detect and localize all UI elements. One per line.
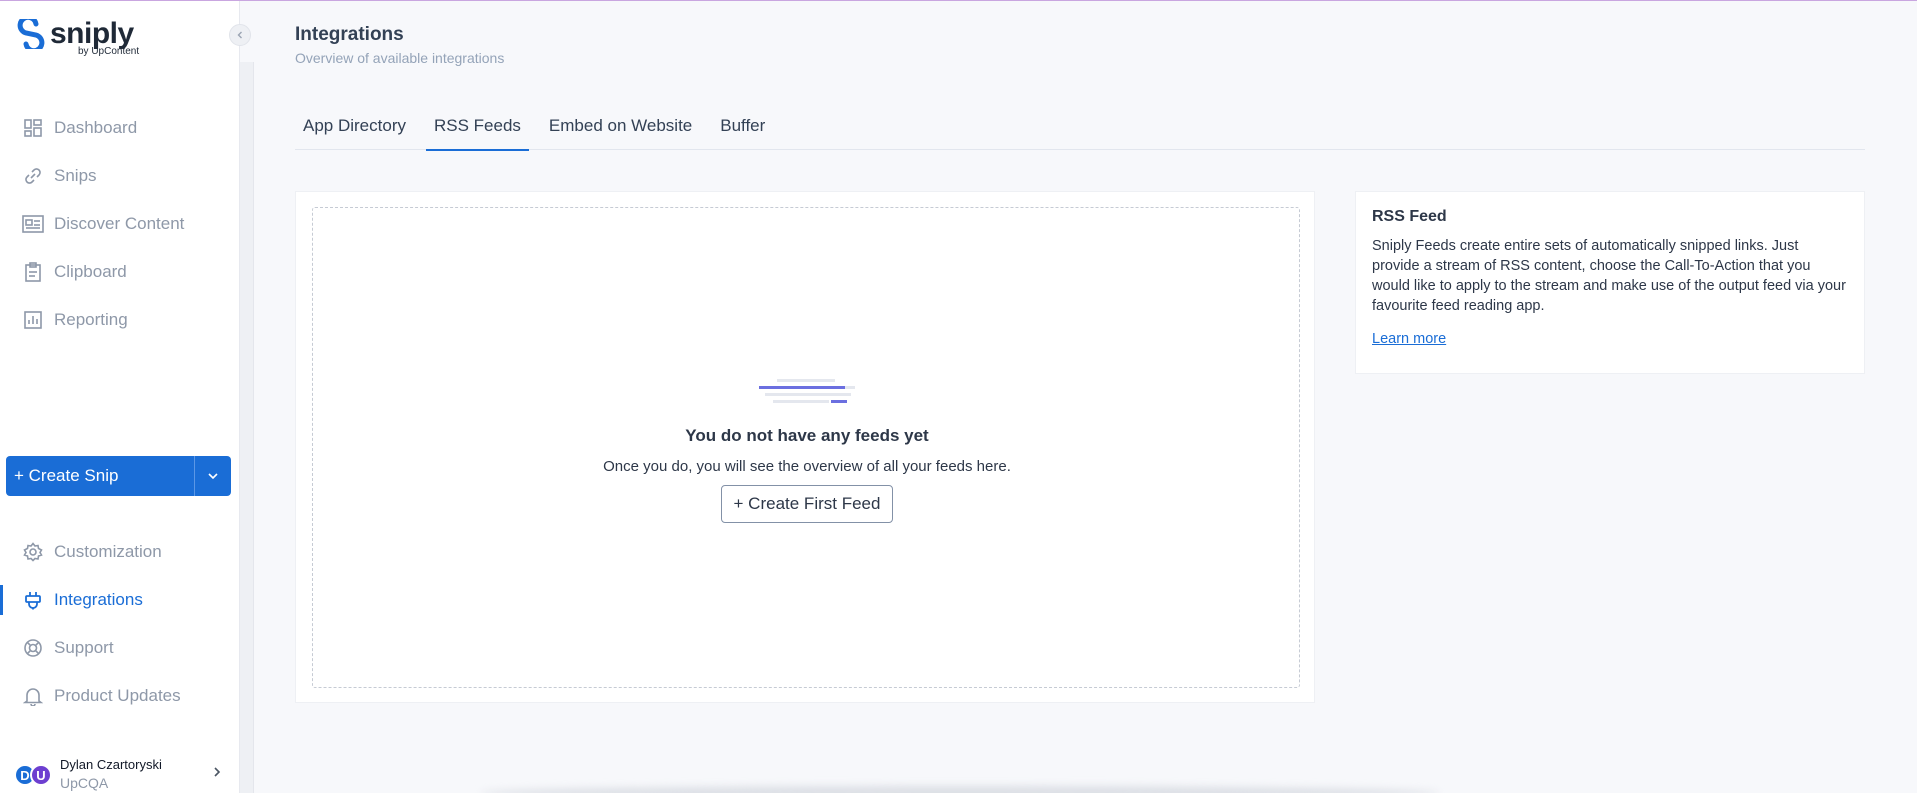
empty-state: You do not have any feeds yet Once you d… — [313, 376, 1301, 523]
sidebar-item-product-updates[interactable]: Product Updates — [0, 672, 240, 720]
sidebar-item-dashboard[interactable]: Dashboard — [0, 104, 240, 152]
collapse-sidebar-button[interactable] — [229, 24, 251, 46]
empty-feed-illustration-icon — [759, 379, 855, 403]
lifebuoy-icon — [22, 637, 44, 659]
sidebar-divider — [240, 62, 254, 793]
bell-icon — [22, 685, 44, 707]
discover-icon — [22, 213, 44, 235]
user-org: UpCQA — [60, 775, 109, 792]
avatar-group: D U — [14, 762, 54, 788]
reporting-icon — [22, 309, 44, 331]
top-accent-line — [0, 0, 1917, 1]
secondary-nav: Customization Integrations Support Produ… — [0, 528, 240, 720]
sidebar-item-integrations[interactable]: Integrations — [0, 576, 240, 624]
sidebar-item-reporting[interactable]: Reporting — [0, 296, 240, 344]
sidebar-item-label: Customization — [54, 542, 162, 561]
page-subtitle: Overview of available integrations — [295, 50, 505, 66]
chevron-right-icon — [210, 765, 224, 784]
create-first-feed-button[interactable]: + Create First Feed — [720, 485, 894, 523]
plug-icon — [22, 589, 44, 611]
dashboard-icon — [22, 117, 44, 139]
sniply-logo-icon — [17, 19, 45, 49]
sidebar-item-label: Dashboard — [54, 118, 138, 137]
empty-state-text: Once you do, you will see the overview o… — [603, 458, 1011, 475]
avatar: U — [30, 764, 52, 786]
sidebar-item-label: Support — [54, 638, 114, 657]
tab-buffer[interactable]: Buffer — [712, 108, 773, 150]
user-name: Dylan Czartoryski — [60, 757, 162, 773]
sidebar-item-support[interactable]: Support — [0, 624, 240, 672]
user-menu[interactable]: D U Dylan Czartoryski UpCQA — [14, 757, 224, 793]
sidebar-item-label: Reporting — [54, 310, 128, 329]
integration-tabs: App Directory RSS Feeds Embed on Website… — [295, 108, 1865, 151]
sidebar-item-clipboard[interactable]: Clipboard — [0, 248, 240, 296]
info-card-text: Sniply Feeds create entire sets of autom… — [1372, 238, 1846, 314]
gear-icon — [22, 541, 44, 563]
logo-word: sniply — [50, 17, 134, 50]
sidebar-item-discover-content[interactable]: Discover Content — [0, 200, 240, 248]
rss-info-card: RSS Feed Sniply Feeds create entire sets… — [1355, 191, 1865, 374]
snips-icon — [22, 165, 44, 187]
page-title: Integrations — [295, 24, 404, 45]
sidebar-item-label: Snips — [54, 166, 97, 185]
chevron-left-icon — [237, 31, 242, 39]
clipboard-icon — [22, 261, 44, 283]
logo[interactable]: sniply by UpContent — [16, 19, 139, 57]
tab-rss-feeds[interactable]: RSS Feeds — [425, 108, 529, 151]
feeds-card: You do not have any feeds yet Once you d… — [295, 191, 1315, 703]
create-snip-dropdown[interactable] — [194, 456, 231, 496]
feeds-empty-area: You do not have any feeds yet Once you d… — [312, 207, 1300, 688]
chevron-down-icon — [208, 473, 218, 480]
sidebar-item-customization[interactable]: Customization — [0, 528, 240, 576]
info-card-title: RSS Feed — [1372, 208, 1447, 225]
create-snip-group: + Create Snip — [6, 456, 231, 496]
sidebar: sniply by UpContent Dashboard Snips Disc… — [0, 1, 240, 793]
empty-state-title: You do not have any feeds yet — [685, 426, 929, 445]
sidebar-item-snips[interactable]: Snips — [0, 152, 240, 200]
tab-embed-on-website[interactable]: Embed on Website — [541, 108, 700, 150]
sidebar-item-label: Integrations — [54, 590, 143, 609]
sidebar-item-label: Clipboard — [54, 262, 127, 281]
logo-subtitle: by UpContent — [78, 46, 140, 57]
bottom-shadow — [480, 786, 1440, 793]
tab-app-directory[interactable]: App Directory — [295, 108, 414, 150]
sidebar-item-label: Product Updates — [54, 686, 181, 705]
sidebar-item-label: Discover Content — [54, 214, 185, 233]
learn-more-link[interactable]: Learn more — [1372, 331, 1446, 347]
primary-nav: Dashboard Snips Discover Content Clipboa… — [0, 104, 240, 344]
create-snip-button[interactable]: + Create Snip — [6, 456, 194, 496]
